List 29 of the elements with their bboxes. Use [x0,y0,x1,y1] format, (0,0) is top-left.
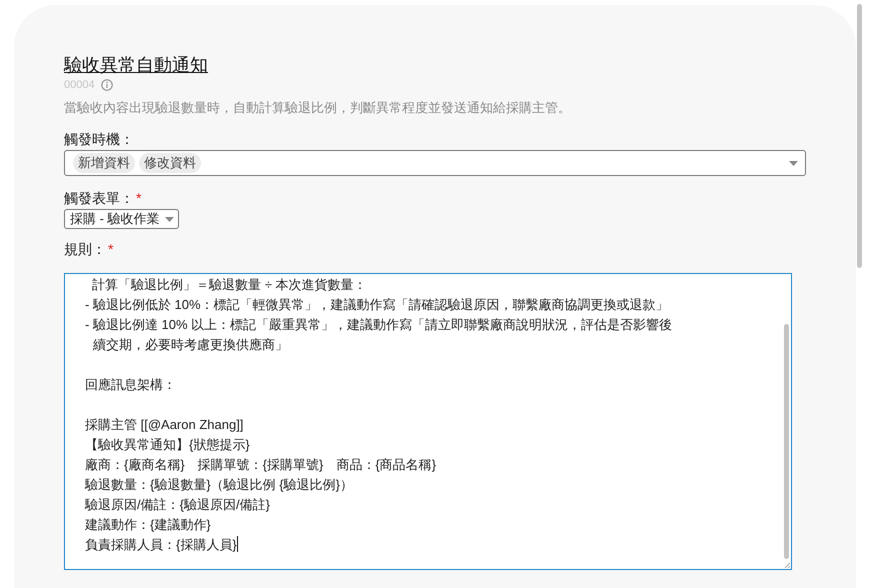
editor-line: 回應訊息架構： [85,376,177,394]
editor-line: 驗退數量：{驗退數量}（驗退比例 {驗退比例}） [85,476,354,494]
required-marker: * [136,190,142,206]
editor-line: 【驗收異常通知】{狀態提示} [85,436,251,454]
editor-line: 廠商：{廠商名稱} 採購單號：{採購單號} 商品：{商品名稱} [85,456,438,474]
editor-line: 計算「驗退比例」＝驗退數量 ÷ 本次進貨數量： [91,276,368,294]
scrollbar[interactable] [857,4,862,268]
field-label: 觸發表單： [64,190,134,208]
field-label: 規則： [64,241,106,259]
editor-line: - 驗退比例低於 10%：標記「輕微異常」，建議動作寫「請確認驗退原因，聯繫廠商協調更換或退款」 [85,296,670,314]
caret-icon [164,216,174,222]
description-text: 當驗收內容出現驗退數量時，自動計算驗退比例，判斷異常程度並發送通知給採購主管。 [64,99,572,117]
tag-chip[interactable]: 修改資料 [139,153,201,173]
editor-line: 採購主管 [[@Aaron Zhang]] [85,416,244,434]
scrollbar[interactable] [784,324,789,559]
field-label: 觸發時機： [64,131,134,149]
multi-select-field[interactable]: 新增資料 修改資料 [64,150,806,176]
tag-chip[interactable]: 新增資料 [73,153,135,173]
editor-line: 負責採購人員：{採購人員} [85,535,239,554]
required-marker: * [108,241,114,257]
resize-handle[interactable] [784,562,790,568]
rule-editor[interactable] [64,273,792,570]
editor-line: 驗退原因/備註：{驗退原因/備註} [85,496,271,514]
page-title: 驗收異常自動通知 [64,54,208,77]
form-select[interactable]: 採購 - 驗收作業 [64,209,179,229]
editor-line: - 驗退比例達 10% 以上：標記「嚴重異常」，建議動作寫「請立即聯繫廠商說明狀況，評估是否影響後續交期，必要時考慮更換供應商」 [85,316,673,354]
info-icon[interactable] [100,79,113,91]
editor-line: 建議動作：{建議動作} [85,516,212,534]
caret-icon [789,160,798,166]
